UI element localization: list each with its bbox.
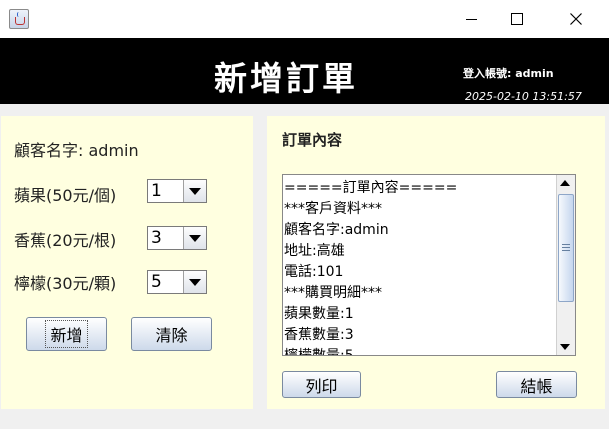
minimize-icon bbox=[465, 18, 477, 20]
order-content-text: =====訂單內容===== ***客戶資料*** 顧客名字:admin 地址:高雄電… bbox=[284, 178, 458, 356]
order-content-line: ***購買明細*** bbox=[284, 285, 382, 301]
grip-icon bbox=[562, 244, 570, 245]
scroll-up-button[interactable] bbox=[557, 175, 574, 192]
java-cup-icon[interactable] bbox=[9, 9, 29, 29]
scroll-down-button[interactable] bbox=[557, 338, 574, 355]
banana-quantity-value: 3 bbox=[151, 228, 162, 248]
chevron-down-icon bbox=[189, 188, 201, 195]
login-account-label: 登入帳號: admin bbox=[463, 67, 554, 80]
datetime-label: 2025-02-10 13:51:57 bbox=[465, 90, 582, 103]
order-content-line: 顧客名字:admin bbox=[284, 222, 389, 238]
clear-button[interactable]: 清除 bbox=[131, 317, 212, 351]
order-content-line: 電話:101 bbox=[284, 264, 344, 280]
apple-dropdown-button[interactable] bbox=[183, 180, 206, 202]
minimize-button[interactable] bbox=[448, 0, 494, 38]
order-content-textarea[interactable]: =====訂單內容===== ***客戶資料*** 顧客名字:admin 地址:高雄電… bbox=[282, 174, 576, 356]
print-button[interactable]: 列印 bbox=[282, 371, 361, 398]
customer-name-label: 顧客名字: admin bbox=[14, 141, 139, 160]
lemon-dropdown-button[interactable] bbox=[183, 271, 206, 293]
add-button-label: 新增 bbox=[45, 320, 88, 348]
banana-dropdown-button[interactable] bbox=[183, 227, 206, 249]
close-icon bbox=[570, 13, 582, 25]
scrollbar-thumb[interactable] bbox=[558, 194, 574, 302]
lemon-label: 檸檬(30元/顆) bbox=[14, 274, 117, 293]
order-content-line: 香蕉數量:3 bbox=[284, 327, 354, 343]
vertical-scrollbar[interactable] bbox=[556, 175, 575, 355]
add-button[interactable]: 新增 bbox=[26, 317, 107, 351]
chevron-down-icon bbox=[189, 235, 201, 242]
arrow-up-icon bbox=[560, 180, 570, 186]
order-content-line: =====訂單內容===== bbox=[284, 180, 458, 196]
arrow-down-icon bbox=[560, 344, 570, 350]
order-content-title: 訂單內容 bbox=[282, 131, 343, 149]
checkout-button[interactable]: 結帳 bbox=[496, 371, 577, 398]
apple-quantity-value: 1 bbox=[151, 181, 162, 201]
order-content-line: ***客戶資料*** bbox=[284, 201, 382, 217]
apple-quantity-select[interactable]: 1 bbox=[147, 179, 207, 203]
close-button[interactable] bbox=[553, 0, 599, 38]
order-content-line: 檸檬數量:5 bbox=[284, 348, 354, 356]
maximize-button[interactable] bbox=[494, 0, 540, 38]
maximize-icon bbox=[511, 13, 523, 25]
chevron-down-icon bbox=[189, 279, 201, 286]
banana-quantity-select[interactable]: 3 bbox=[147, 226, 207, 250]
banana-label: 香蕉(20元/根) bbox=[14, 231, 117, 250]
order-content-line: 地址:高雄 bbox=[284, 243, 345, 259]
lemon-quantity-select[interactable]: 5 bbox=[147, 270, 207, 294]
lemon-quantity-value: 5 bbox=[151, 272, 162, 292]
page-title: 新增訂單 bbox=[214, 59, 358, 98]
order-content-line: 蘋果數量:1 bbox=[284, 306, 354, 322]
apple-label: 蘋果(50元/個) bbox=[14, 186, 117, 205]
title-bar bbox=[0, 0, 609, 38]
